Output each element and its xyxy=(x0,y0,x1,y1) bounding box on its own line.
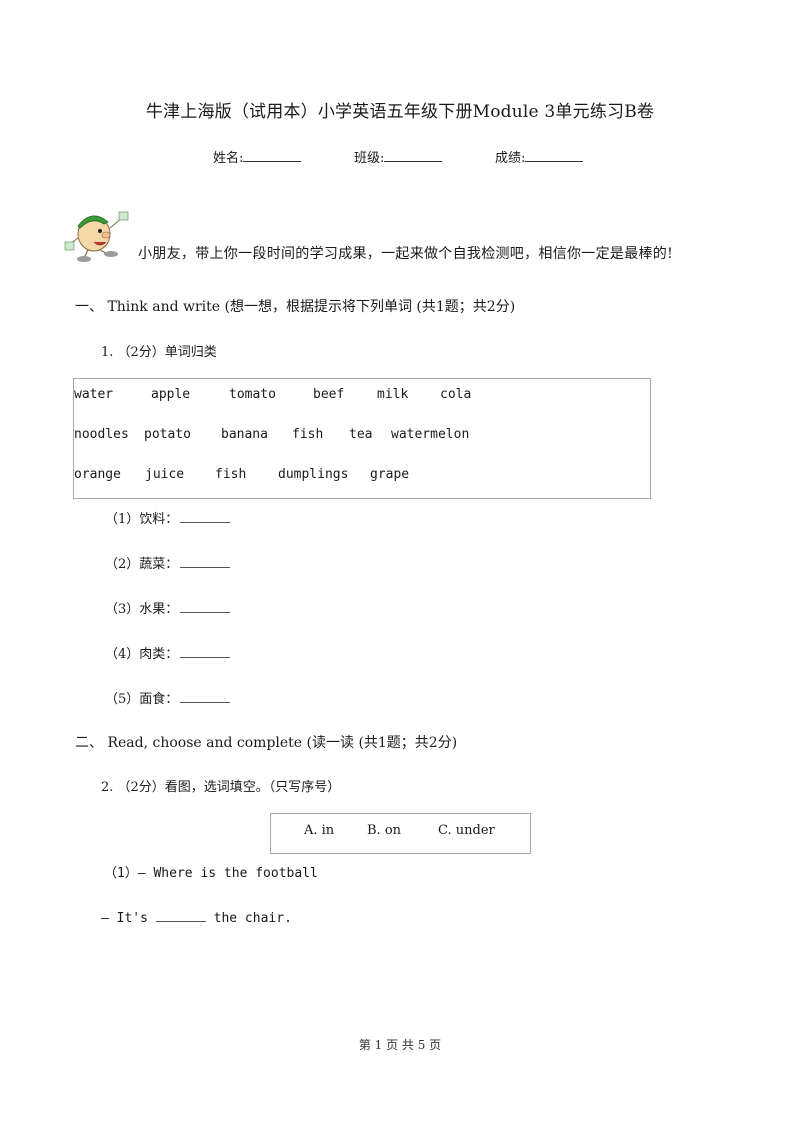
question-2-line-2: — It's the chair. xyxy=(101,909,292,926)
category-item-5: （5）面食： xyxy=(105,688,231,707)
page-footer: 第 1 页 共 5 页 xyxy=(358,1038,442,1052)
line-2-prefix: — It's xyxy=(101,911,148,926)
word-item: water xyxy=(74,387,114,402)
line-2-suffix: the chair. xyxy=(213,911,292,926)
question-1-label: 1. （2分）单词归类 xyxy=(101,345,217,360)
category-label: （1）饮料： xyxy=(105,512,179,527)
word-item: dumplings xyxy=(278,467,349,482)
option-a: A. in xyxy=(304,823,335,838)
mascot-icon xyxy=(64,211,129,262)
word-item: tomato xyxy=(229,387,276,402)
word-item: potato xyxy=(144,427,191,442)
class-label: 班级: xyxy=(354,151,385,166)
score-blank[interactable] xyxy=(525,149,584,162)
class-blank[interactable] xyxy=(384,149,443,162)
intro-text: 小朋友，带上你一段时间的学习成果，一起来做个自我检测吧，相信你一定是最棒的! xyxy=(138,246,674,262)
word-item: watermelon xyxy=(391,427,470,442)
option-b: B. on xyxy=(367,823,402,838)
answer-blank[interactable] xyxy=(155,909,206,922)
category-item-3: （3）水果： xyxy=(105,598,231,617)
category-item-1: （1）饮料： xyxy=(105,508,231,527)
answer-blank[interactable] xyxy=(180,690,231,703)
section-2-heading: 二、 Read, choose and complete (读一读 (共1题；共… xyxy=(75,735,458,751)
score-label: 成绩: xyxy=(495,151,526,166)
answer-blank[interactable] xyxy=(180,510,231,523)
question-2-line-1: （1）— Where is the football xyxy=(104,866,318,881)
word-item: cola xyxy=(440,387,472,402)
document-title: 牛津上海版（试用本）小学英语五年级下册Module 3单元练习B卷 xyxy=(145,102,655,122)
section-1-heading: 一、 Think and write (想一想，根据提示将下列单词 (共1题；共… xyxy=(75,299,516,315)
score-field: 成绩: xyxy=(495,147,584,166)
name-blank[interactable] xyxy=(243,149,302,162)
category-item-4: （4）肉类： xyxy=(105,643,231,662)
word-item: fish xyxy=(292,427,324,442)
word-item: orange xyxy=(74,467,121,482)
word-item: grape xyxy=(370,467,410,482)
category-label: （5）面食： xyxy=(105,692,179,707)
answer-blank[interactable] xyxy=(180,555,231,568)
answer-blank[interactable] xyxy=(180,645,231,658)
word-item: juice xyxy=(145,467,185,482)
question-2-label: 2. （2分）看图，选词填空。（只写序号） xyxy=(101,780,341,795)
name-field: 姓名: xyxy=(213,147,302,166)
word-item: tea xyxy=(349,427,373,442)
category-item-2: （2）蔬菜： xyxy=(105,553,231,572)
category-label: （3）水果： xyxy=(105,602,179,617)
option-c: C. under xyxy=(438,823,495,838)
answer-blank[interactable] xyxy=(180,600,231,613)
word-item: banana xyxy=(221,427,268,442)
word-item: apple xyxy=(151,387,191,402)
category-label: （4）肉类： xyxy=(105,647,179,662)
word-item: noodles xyxy=(74,427,129,442)
word-item: beef xyxy=(313,387,345,402)
word-bank-box: water apple tomato beef milk cola noodle… xyxy=(73,378,651,499)
name-label: 姓名: xyxy=(213,151,244,166)
options-box: A. in B. on C. under xyxy=(270,813,531,854)
category-label: （2）蔬菜： xyxy=(105,557,179,572)
word-item: milk xyxy=(377,387,409,402)
class-field: 班级: xyxy=(354,147,443,166)
word-item: fish xyxy=(215,467,247,482)
